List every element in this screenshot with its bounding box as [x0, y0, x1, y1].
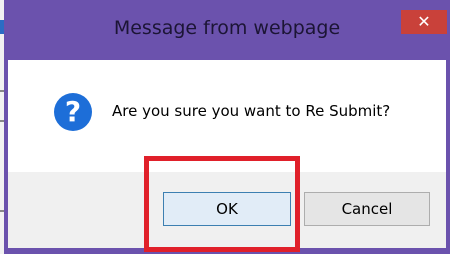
cancel-button[interactable]: Cancel [304, 192, 430, 226]
close-button[interactable]: ✕ [401, 10, 447, 34]
dialog-message: Are you sure you want to Re Submit? [112, 102, 391, 120]
close-icon: ✕ [417, 12, 431, 31]
dialog-title: Message from webpage [113, 17, 341, 39]
question-icon: ? [54, 93, 92, 131]
screenshot: Message from webpage ✕ ? Are you sure yo… [0, 0, 450, 254]
highlight-box [144, 156, 300, 252]
dialog-titlebar[interactable]: Message from webpage ✕ [4, 0, 450, 60]
